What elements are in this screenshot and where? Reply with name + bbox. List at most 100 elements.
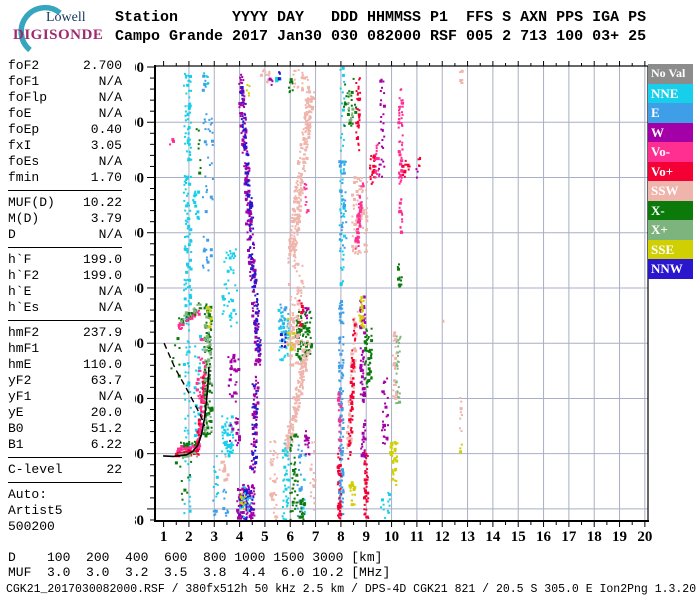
parameter-row-foe: foE N/A — [8, 106, 122, 122]
panel-separator — [8, 190, 122, 191]
parameter-label: h`Es — [8, 300, 40, 315]
doppler-legend: No Val NNE E W Vo- Vo+ SSW X- X+ SSE NNW — [648, 64, 693, 279]
x-axis-label: 10 — [384, 529, 399, 545]
parameter-value: 1.70 — [90, 170, 122, 185]
parameter-label: fxI — [8, 138, 32, 153]
x-axis-label: 18 — [587, 529, 602, 545]
autoscaling-info-line: Auto: — [8, 487, 48, 502]
legend-item-vo: Vo+ — [648, 161, 693, 181]
parameter-value: 0.40 — [90, 122, 122, 137]
parameter-label: B1 — [8, 437, 24, 452]
parameter-value: N/A — [98, 154, 122, 169]
panel-separator — [8, 482, 122, 483]
parameter-label: yF2 — [8, 373, 32, 388]
parameter-value: 2.700 — [82, 58, 122, 73]
parameter-value: N/A — [98, 284, 122, 299]
header-line-columns: Station YYYY DAY DDD HHMMSS P1 FFS S AXN… — [115, 9, 647, 26]
header-line-values: Campo Grande 2017 Jan30 030 082000 RSF 0… — [115, 28, 647, 45]
parameter-value: 20.0 — [90, 405, 122, 420]
x-axis-label: 11 — [410, 529, 424, 545]
footer-status-line: CGK21_2017030082000.RSF / 380fx512h 50 k… — [6, 583, 697, 596]
parameter-row-ye: yE 20.0 — [8, 405, 122, 421]
station-header: Station YYYY DAY DDD HHMMSS P1 FFS S AXN… — [115, 8, 646, 46]
parameter-row-hmf1: hmF1 N/A — [8, 341, 122, 357]
x-axis-label: 15 — [511, 529, 526, 545]
x-axis-label: 8 — [337, 529, 345, 545]
parameter-value: 199.0 — [82, 268, 122, 283]
parameter-label: yE — [8, 405, 24, 420]
parameter-label: hmE — [8, 357, 32, 372]
parameter-label: yF1 — [8, 389, 32, 404]
parameter-label: D — [8, 227, 16, 242]
parameter-value: N/A — [98, 389, 122, 404]
parameter-value: N/A — [98, 90, 122, 105]
parameter-row-yf1: yF1 N/A — [8, 389, 122, 405]
x-axis-label: 3 — [211, 529, 219, 545]
parameter-row-foes: foEs N/A — [8, 154, 122, 170]
parameter-value: 10.22 — [82, 195, 122, 210]
x-axis-label: 14 — [485, 529, 501, 545]
legend-item-x: X+ — [648, 220, 693, 240]
y-axis-label: 800 — [135, 115, 144, 131]
x-axis-label: 1 — [160, 529, 168, 545]
parameter-value: 3.79 — [90, 211, 122, 226]
x-axis-label: 20 — [637, 529, 652, 545]
parameter-row-hmf2: hmF2 237.9 — [8, 325, 122, 341]
parameter-row-b0: B0 51.2 — [8, 421, 122, 437]
parameter-row-hme: hmE 110.0 — [8, 357, 122, 373]
parameter-label: foEp — [8, 122, 40, 137]
parameter-value: 22 — [106, 462, 122, 477]
parameter-row-fof1: foF1 N/A — [8, 74, 122, 90]
parameter-row-yf2: yF2 63.7 — [8, 373, 122, 389]
x-axis-label: 19 — [612, 529, 627, 545]
parameter-row-hes: h`Es N/A — [8, 300, 122, 316]
parameter-row-hf2: h`F2 199.0 — [8, 268, 122, 284]
app-logo: Lowell DIGISONDE — [6, 4, 121, 53]
parameter-row-d: D N/A — [8, 227, 122, 243]
logo-digisonde-text: DIGISONDE — [13, 27, 104, 43]
parameter-row-fof2: foF2 2.700 — [8, 58, 122, 74]
parameter-row-b1: B1 6.22 — [8, 437, 122, 453]
x-axis-label: 7 — [312, 529, 320, 545]
y-axis-label: 80 — [135, 513, 144, 529]
parameter-value: 199.0 — [82, 252, 122, 267]
y-axis-label: 900 — [135, 60, 144, 76]
legend-item-sse: SSE — [648, 239, 693, 259]
logo-lowell-text: Lowell — [46, 10, 86, 25]
x-axis-label: 2 — [185, 529, 193, 545]
legend-item-noval: No Val — [648, 64, 693, 84]
ionogram-viewer: Lowell DIGISONDE Station YYYY DAY DDD HH… — [0, 0, 700, 600]
legend-item-e: E — [648, 103, 693, 123]
dmuf-table: D 100 200 400 600 800 1000 1500 3000 [km… — [8, 550, 391, 580]
parameter-label: h`F2 — [8, 268, 40, 283]
parameter-label: M(D) — [8, 211, 40, 226]
legend-item-nne: NNE — [648, 83, 693, 103]
parameter-label: foF2 — [8, 58, 40, 73]
parameter-row-clevel: C-level 22 — [8, 462, 122, 478]
parameter-row-foep: foEp 0.40 — [8, 122, 122, 138]
parameter-value: N/A — [98, 300, 122, 315]
y-axis-label: 400 — [135, 336, 144, 352]
legend-item-nnw: NNW — [648, 259, 693, 279]
autoscaling-info-line: 500200 — [8, 519, 55, 534]
y-axis-label: 700 — [135, 170, 144, 186]
parameter-value: N/A — [98, 227, 122, 242]
parameter-row-hf: h`F 199.0 — [8, 252, 122, 268]
parameter-row-foflp: foFlp N/A — [8, 90, 122, 106]
parameter-value: N/A — [98, 341, 122, 356]
parameter-label: h`F — [8, 252, 32, 267]
legend-item-w: W — [648, 122, 693, 142]
y-axis-label: 300 — [135, 391, 144, 407]
x-axis-label: 17 — [561, 529, 577, 545]
parameter-label: MUF(D) — [8, 195, 55, 210]
legend-item-ssw: SSW — [648, 181, 693, 201]
parameter-label: B0 — [8, 421, 24, 436]
parameter-value: N/A — [98, 106, 122, 121]
x-axis-label: 6 — [287, 529, 295, 545]
parameter-row-fmin: fmin 1.70 — [8, 170, 122, 186]
x-axis-label: 12 — [435, 529, 450, 545]
x-axis-label: 16 — [536, 529, 552, 545]
parameter-value: 63.7 — [90, 373, 122, 388]
parameter-label: h`E — [8, 284, 32, 299]
parameter-label: foE — [8, 106, 32, 121]
